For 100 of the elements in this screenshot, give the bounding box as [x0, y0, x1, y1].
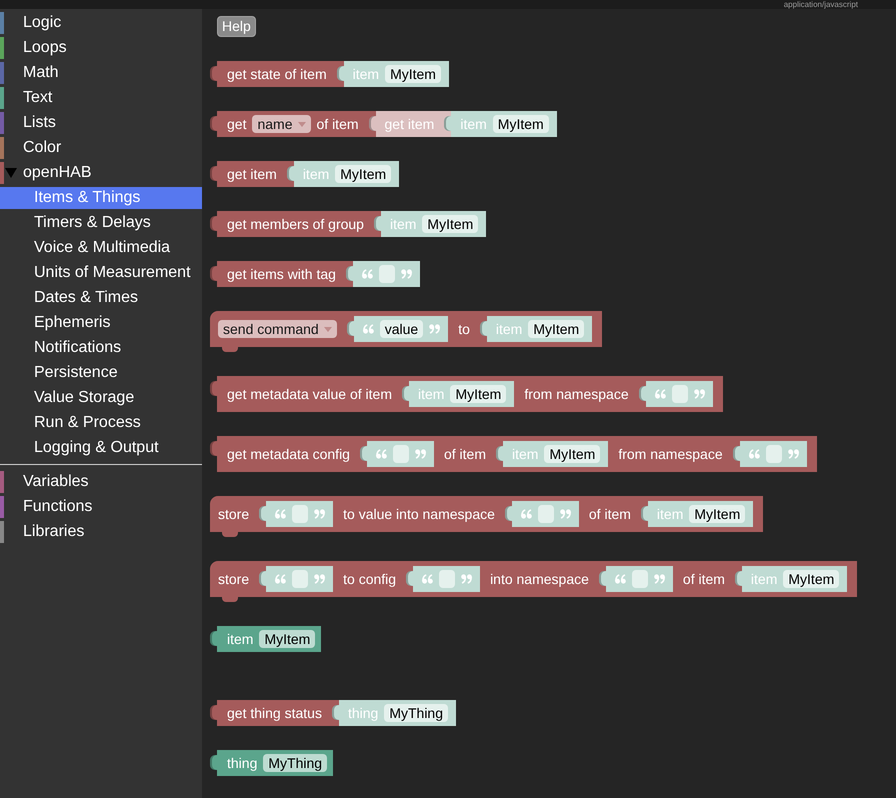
text-field[interactable]: MyItem [783, 570, 840, 588]
block-label: to value into namespace [343, 505, 495, 523]
reporter-block[interactable]: get item item MyItem [210, 161, 400, 187]
input-block[interactable] [638, 381, 713, 407]
text-field[interactable]: value [380, 320, 424, 338]
text-field[interactable] [292, 505, 308, 523]
subcategory-item[interactable]: Dates & Times [0, 287, 202, 309]
subcategory-item[interactable]: Items & Things [0, 187, 202, 209]
reporter-block[interactable]: get members of group item MyItem [210, 211, 486, 237]
input-block[interactable]: item MyItem [640, 501, 754, 527]
text-field[interactable]: MyThing [263, 754, 328, 772]
subcategory-item[interactable]: Value Storage [0, 387, 202, 409]
text-field[interactable] [378, 265, 395, 283]
text-field[interactable] [632, 570, 648, 588]
statement-block[interactable]: send command value to item MyItem [210, 311, 602, 352]
dropdown[interactable]: send command [218, 320, 337, 338]
block-label: get state of item [227, 65, 327, 83]
category-item[interactable]: Lists [0, 112, 202, 134]
statement-block[interactable]: store to config into namespace of item item MyItem [210, 561, 858, 602]
input-block[interactable] [259, 501, 334, 527]
open-quote-icon [275, 509, 286, 519]
text-field[interactable]: MyItem [689, 505, 746, 523]
text-field[interactable] [439, 570, 456, 588]
block-label: from namespace [618, 445, 723, 463]
category-item[interactable]: Functions [0, 496, 202, 518]
text-field[interactable]: MyItem [385, 65, 441, 83]
input-block[interactable] [504, 501, 579, 527]
category-item[interactable]: Logic [0, 12, 202, 34]
caret-down-icon [324, 326, 332, 332]
reporter-block[interactable]: get state of item item MyItem [210, 61, 449, 87]
block-label: get item [384, 115, 434, 133]
subcategory-item[interactable]: Logging & Output [0, 437, 202, 459]
input-block[interactable]: value [346, 316, 448, 342]
category-item[interactable]: Libraries [0, 521, 202, 543]
text-field[interactable] [538, 505, 554, 523]
input-block[interactable]: get item item MyItem [368, 111, 557, 137]
input-block[interactable] [406, 566, 480, 592]
input-block[interactable]: item MyItem [402, 381, 514, 407]
text-field[interactable]: MyItem [422, 215, 478, 233]
block-label: from namespace [524, 385, 629, 403]
text-field[interactable]: MyItem [544, 445, 600, 463]
input-block[interactable]: item MyItem [734, 566, 848, 592]
input-block[interactable]: item MyItem [336, 61, 449, 87]
text-field[interactable]: MyItem [450, 385, 506, 403]
statement-block[interactable]: store to value into namespace of item item MyItem [210, 496, 764, 537]
category-item[interactable]: openHAB [0, 162, 202, 184]
block-label: to [458, 320, 470, 338]
dropdown[interactable]: name [252, 115, 310, 133]
input-block[interactable] [346, 261, 420, 287]
input-block[interactable]: item MyItem [286, 161, 400, 187]
text-field[interactable]: MyItem [492, 115, 549, 133]
input-block[interactable]: thing MyThing [332, 700, 456, 726]
category-item[interactable]: Variables [0, 471, 202, 493]
subcategory-item[interactable]: Run & Process [0, 412, 202, 434]
block-label: into namespace [490, 570, 589, 588]
input-block[interactable] [360, 441, 434, 467]
subcategory-item[interactable]: Notifications [0, 337, 202, 359]
input-block[interactable] [732, 441, 807, 467]
close-quote-icon [314, 574, 326, 584]
text-field[interactable] [672, 385, 688, 403]
category-item[interactable]: Loops [0, 37, 202, 59]
category-item[interactable]: Text [0, 87, 202, 109]
block-label: of item [316, 115, 359, 133]
input-block[interactable] [259, 566, 334, 592]
close-quote-icon [414, 449, 426, 459]
text-field[interactable]: MyThing [384, 704, 448, 722]
close-quote-icon [314, 509, 326, 519]
subcategory-item[interactable]: Voice & Multimedia [0, 237, 202, 259]
block-label: get members of group [227, 215, 364, 233]
content-type-label: application/javascript [784, 0, 858, 9]
text-field[interactable] [292, 570, 308, 588]
close-quote-icon [429, 324, 440, 334]
subcategory-item[interactable]: Persistence [0, 362, 202, 384]
open-quote-icon [422, 574, 434, 584]
reporter-block[interactable]: get name of item get item item MyItem [210, 111, 557, 137]
category-item[interactable]: Math [0, 62, 202, 84]
reporter-block[interactable]: get metadata value of item item MyItem from namespace [210, 376, 723, 412]
subcategory-item[interactable]: Ephemeris [0, 312, 202, 334]
reporter-block[interactable]: item MyItem [210, 626, 322, 652]
reporter-block[interactable]: get items with tag [210, 261, 420, 287]
reporter-block[interactable]: get thing status thing MyThing [210, 700, 456, 726]
block-label: item [352, 65, 380, 83]
block-label: of item [682, 570, 725, 588]
open-quote-icon [376, 449, 387, 459]
text-field[interactable] [392, 445, 409, 463]
text-field[interactable]: MyItem [259, 630, 316, 648]
input-block[interactable]: item MyItem [444, 111, 557, 137]
text-field[interactable]: MyItem [335, 165, 392, 183]
text-field[interactable]: MyItem [528, 320, 584, 338]
subcategory-item[interactable]: Units of Measurement [0, 262, 202, 284]
input-block[interactable]: item MyItem [496, 441, 608, 467]
text-field[interactable] [766, 445, 782, 463]
reporter-block[interactable]: get metadata config of item item MyItem from namespace [210, 436, 817, 472]
input-block[interactable]: item MyItem [374, 211, 486, 237]
input-block[interactable] [598, 566, 673, 592]
reporter-block[interactable]: thing MyThing [210, 750, 334, 776]
open-quote-icon [748, 449, 760, 459]
category-item[interactable]: Color [0, 137, 202, 159]
input-block[interactable]: item MyItem [480, 316, 592, 342]
subcategory-item[interactable]: Timers & Delays [0, 212, 202, 234]
